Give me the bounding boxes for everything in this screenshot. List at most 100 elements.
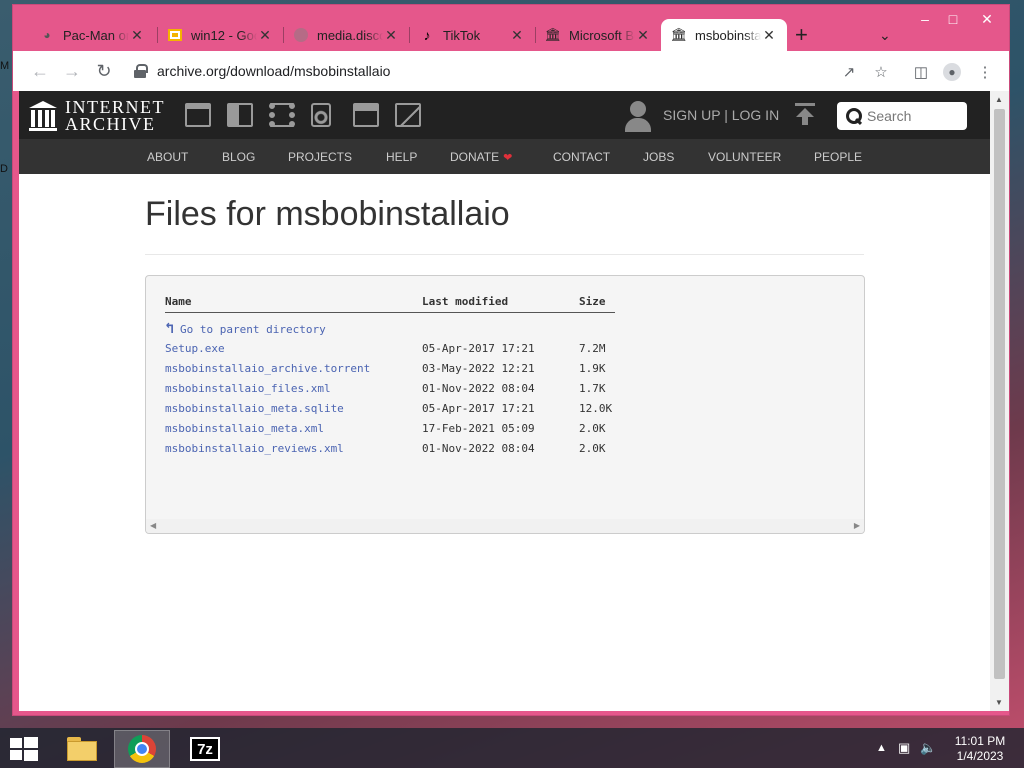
sign-up-login-link[interactable]: SIGN UP | LOG IN xyxy=(663,107,779,123)
file-link[interactable]: Setup.exe xyxy=(165,342,225,355)
slides-icon xyxy=(167,27,183,43)
nav-donate[interactable]: DONATE ❤ xyxy=(450,150,512,164)
video-film-icon[interactable] xyxy=(269,103,295,127)
heart-icon: ❤ xyxy=(503,152,513,164)
file-link[interactable]: msbobinstallaio_files.xml xyxy=(165,382,331,395)
browser-toolbar: ← → ↻ archive.org/download/msbobinstalla… xyxy=(13,51,1009,91)
tab-tiktok[interactable]: ♪ TikTok ✕ xyxy=(409,19,535,51)
tab-close-icon[interactable]: ✕ xyxy=(257,27,273,44)
tab-close-icon[interactable]: ✕ xyxy=(129,27,145,44)
file-size: 12.0K xyxy=(579,401,613,415)
browser-window: ◕ Pac-Man online ✕ win12 - Google ✕ medi… xyxy=(12,4,1010,716)
divider xyxy=(145,254,864,255)
scroll-right-icon[interactable]: ▶ xyxy=(854,521,860,530)
profile-icon[interactable]: ● xyxy=(942,63,962,81)
tab-title: msbobinstallaio xyxy=(695,27,761,43)
column-header-modified: Last modified xyxy=(422,294,579,313)
tab-title: win12 - Google xyxy=(191,27,257,43)
search-input[interactable] xyxy=(867,108,963,124)
images-icon[interactable] xyxy=(395,103,421,127)
tab-microsoft-bob[interactable]: 🏛 Microsoft Bob ✕ xyxy=(535,19,661,51)
scrollbar-thumb[interactable] xyxy=(994,109,1005,679)
ia-logo[interactable]: INTERNET ARCHIVE xyxy=(29,98,165,133)
file-table: Name Last modified Size ↰ Go to parent di… xyxy=(165,294,615,458)
table-header-row: Name Last modified Size xyxy=(165,294,615,313)
tab-win12[interactable]: win12 - Google ✕ xyxy=(157,19,283,51)
nav-about[interactable]: ABOUT xyxy=(147,150,188,164)
volume-icon[interactable]: 🔈 xyxy=(920,740,936,756)
7zip-icon: 7z xyxy=(190,737,220,761)
table-row: msbobinstallaio_meta.xml 17-Feb-2021 05:… xyxy=(165,418,615,438)
menu-dots-icon[interactable]: ⋮ xyxy=(975,63,995,81)
file-link[interactable]: msbobinstallaio_meta.sqlite xyxy=(165,402,344,415)
nav-volunteer[interactable]: VOLUNTEER xyxy=(708,150,781,164)
scroll-left-icon[interactable]: ◀ xyxy=(150,521,156,530)
tab-msbobinstallaio[interactable]: 🏛 msbobinstallaio ✕ xyxy=(661,19,787,51)
archive-icon: 🏛 xyxy=(544,27,562,42)
archive-icon: 🏛 xyxy=(670,27,688,42)
reload-icon[interactable]: ↻ xyxy=(93,61,115,81)
search-box[interactable] xyxy=(837,102,967,130)
new-tab-icon[interactable]: + xyxy=(795,24,808,46)
web-icon[interactable] xyxy=(185,103,211,127)
taskbar-file-explorer[interactable] xyxy=(54,730,110,768)
search-icon xyxy=(845,107,863,125)
pacman-icon: ◕ xyxy=(43,28,51,42)
nav-jobs[interactable]: JOBS xyxy=(643,150,674,164)
vertical-scrollbar[interactable]: ▲ ▼ xyxy=(990,91,1009,711)
parent-directory-link[interactable]: ↰ Go to parent directory xyxy=(165,319,326,337)
page-title: Files for msbobinstallaio xyxy=(145,195,510,233)
side-panel-icon[interactable]: ◫ xyxy=(911,63,931,81)
chevron-down-icon[interactable]: ⌄ xyxy=(879,27,891,44)
texts-book-icon[interactable] xyxy=(227,103,253,127)
tab-discord-media[interactable]: media.discordapp ✕ xyxy=(283,19,409,51)
user-avatar-icon[interactable] xyxy=(623,101,653,133)
tab-close-icon[interactable]: ✕ xyxy=(383,27,399,44)
tab-title: Microsoft Bob xyxy=(569,27,635,43)
back-arrow-icon[interactable]: ← xyxy=(29,61,51,81)
scroll-down-icon[interactable]: ▼ xyxy=(995,698,1003,707)
file-size: 1.9K xyxy=(579,361,606,375)
nav-help[interactable]: HELP xyxy=(386,150,417,164)
tray-chevron-up-icon[interactable]: ▲ xyxy=(876,742,887,754)
archive-building-icon xyxy=(29,101,57,131)
taskbar-chrome[interactable] xyxy=(114,730,170,768)
scroll-up-icon[interactable]: ▲ xyxy=(995,95,1003,104)
software-floppy-icon[interactable] xyxy=(353,103,379,127)
ia-nav-bar: ABOUT BLOG PROJECTS HELP DONATE ❤ CONTACT… xyxy=(19,139,990,174)
tab-close-icon[interactable]: ✕ xyxy=(761,27,777,44)
windows-start-icon[interactable] xyxy=(10,737,38,761)
address-bar[interactable]: archive.org/download/msbobinstallaio xyxy=(133,56,903,86)
upload-icon[interactable] xyxy=(795,103,815,127)
tab-close-icon[interactable]: ✕ xyxy=(635,27,651,44)
url-text: archive.org/download/msbobinstallaio xyxy=(157,63,391,79)
file-link[interactable]: msbobinstallaio_reviews.xml xyxy=(165,442,344,455)
file-modified: 05-Apr-2017 17:21 xyxy=(422,341,535,355)
nav-projects[interactable]: PROJECTS xyxy=(288,150,352,164)
forward-arrow-icon[interactable]: → xyxy=(61,61,83,81)
taskbar-7zip[interactable]: 7z xyxy=(177,730,233,768)
file-link[interactable]: msbobinstallaio_archive.torrent xyxy=(165,362,370,375)
table-row: msbobinstallaio_files.xml 01-Nov-2022 08… xyxy=(165,378,615,398)
horizontal-scrollbar[interactable]: ◀ ▶ xyxy=(146,519,864,533)
tab-pacman[interactable]: ◕ Pac-Man online ✕ xyxy=(29,19,155,51)
maximize-icon[interactable]: □ xyxy=(937,11,969,27)
desktop-icon-label-fragment: M xyxy=(0,60,10,72)
taskbar: 7z ▲ ▣ 🔈 11:01 PM 1/4/2023 xyxy=(0,728,1024,768)
file-link[interactable]: msbobinstallaio_meta.xml xyxy=(165,422,324,435)
network-icon[interactable]: ▣ xyxy=(898,740,910,756)
audio-speaker-icon[interactable] xyxy=(311,103,331,127)
nav-blog[interactable]: BLOG xyxy=(222,150,255,164)
tab-title: media.discordapp xyxy=(317,27,383,43)
bookmark-star-icon[interactable]: ☆ xyxy=(871,63,891,81)
globe-icon xyxy=(293,27,309,43)
tab-close-icon[interactable]: ✕ xyxy=(509,27,525,44)
clock[interactable]: 11:01 PM 1/4/2023 xyxy=(940,734,1020,764)
close-window-icon[interactable]: ✕ xyxy=(971,11,1003,28)
tab-title: TikTok xyxy=(443,27,481,43)
file-size: 2.0K xyxy=(579,421,606,435)
clock-time: 11:01 PM xyxy=(954,734,1006,748)
share-icon[interactable]: ↗ xyxy=(839,63,859,81)
nav-people[interactable]: PEOPLE xyxy=(814,150,862,164)
nav-contact[interactable]: CONTACT xyxy=(553,150,610,164)
